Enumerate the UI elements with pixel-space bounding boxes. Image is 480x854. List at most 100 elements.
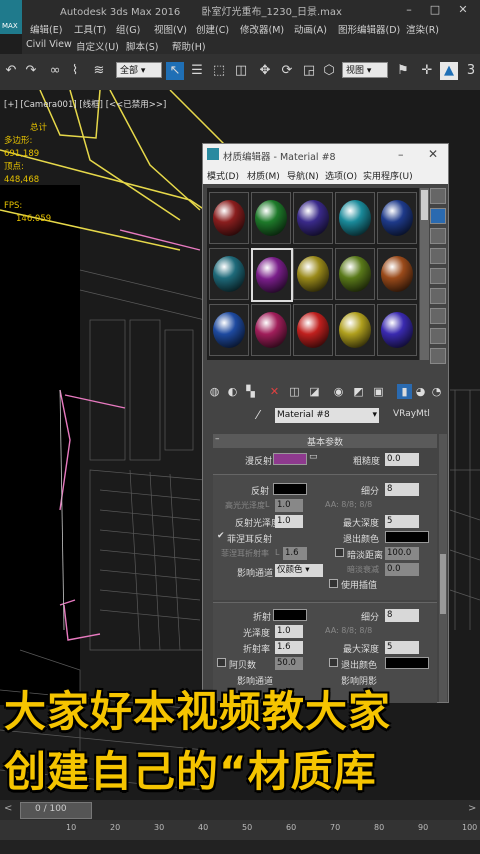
menu-group[interactable]: 组(G) (116, 22, 140, 36)
material-slot[interactable] (209, 192, 249, 244)
exit-color-swatch[interactable] (385, 531, 429, 543)
reflect-gloss-spinner[interactable]: 1.0 (275, 515, 303, 528)
minimize-icon[interactable]: – (398, 2, 420, 18)
refract-subdivs-spinner[interactable]: 8 (385, 609, 419, 622)
placement-icon[interactable]: ⬡ (320, 62, 338, 80)
hilight-lock-icon[interactable]: L (265, 500, 269, 509)
background-icon[interactable] (430, 228, 446, 244)
me-menu-modes[interactable]: 模式(D) (207, 169, 239, 182)
close-icon[interactable]: ✕ (452, 2, 474, 18)
put-to-scene-icon[interactable]: ◐ (225, 384, 240, 399)
refract-exit-color-swatch[interactable] (385, 657, 429, 669)
menu-create[interactable]: 创建(C) (196, 22, 229, 36)
put-to-library-icon[interactable]: ◉ (331, 384, 346, 399)
diffuse-map-button[interactable]: ▭ (309, 452, 318, 462)
menu-customize[interactable]: 自定义(U) (76, 39, 119, 53)
menu-rendering[interactable]: 渲染(R) (406, 22, 439, 36)
select-object-icon[interactable]: ↖ (166, 62, 184, 80)
me-minimize-icon[interactable]: – (398, 148, 404, 161)
material-id-icon[interactable]: ◩ (351, 384, 366, 399)
sample-type-icon[interactable] (430, 188, 446, 204)
abbe-checkbox[interactable] (217, 658, 226, 667)
eyedropper-icon[interactable]: ⁄ (257, 408, 259, 422)
get-material-icon[interactable]: ◍ (207, 384, 222, 399)
material-slot[interactable] (209, 248, 249, 300)
me-menu-utilities[interactable]: 实用程序(U) (363, 169, 413, 182)
app-logo[interactable]: MAX (0, 0, 22, 34)
use-interp-checkbox[interactable] (329, 579, 338, 588)
material-type-button[interactable]: VRayMtl (393, 409, 430, 419)
reflect-max-depth-spinner[interactable]: 5 (385, 515, 419, 528)
next-frame-icon[interactable]: > (468, 803, 476, 814)
material-slot[interactable] (251, 304, 291, 356)
roughness-spinner[interactable]: 0.0 (385, 453, 419, 466)
dim-falloff-spinner[interactable]: 0.0 (385, 563, 419, 576)
menu-help[interactable]: 帮助(H) (172, 39, 206, 53)
video-color-check-icon[interactable] (430, 268, 446, 284)
menu-views[interactable]: 视图(V) (154, 22, 187, 36)
unlink-icon[interactable]: ⌇ (66, 62, 84, 80)
menu-graph-editors[interactable]: 图形编辑器(D) (338, 22, 400, 36)
diffuse-color-swatch[interactable] (273, 453, 307, 465)
menu-scripting[interactable]: 脚本(S) (126, 39, 158, 53)
make-unique-icon[interactable]: ◪ (307, 384, 322, 399)
undo-icon[interactable]: ↶ (2, 62, 20, 80)
rotate-icon[interactable]: ⟳ (278, 62, 296, 80)
reflect-color-swatch[interactable] (273, 483, 307, 495)
material-slot[interactable] (377, 304, 417, 356)
affect-channels-dropdown[interactable]: 仅颜色 ▾ (275, 564, 323, 577)
show-end-result-icon[interactable]: ▮ (397, 384, 412, 399)
select-by-material-icon[interactable] (430, 328, 446, 344)
copy-material-icon[interactable]: ◫ (287, 384, 302, 399)
material-slot[interactable] (335, 248, 375, 300)
slots-scrollbar[interactable] (420, 188, 429, 360)
refract-max-depth-spinner[interactable]: 5 (385, 641, 419, 654)
material-slot[interactable] (377, 248, 417, 300)
refract-exit-color-checkbox[interactable] (329, 658, 338, 667)
time-slider-thumb[interactable]: 0 / 100 (20, 802, 92, 819)
rollout-basic-params[interactable]: – 基本参数 (213, 434, 437, 448)
maximize-icon[interactable]: □ (424, 2, 446, 18)
dim-distance-spinner[interactable]: 100.0 (385, 547, 419, 560)
menu-animation[interactable]: 动画(A) (294, 22, 327, 36)
viewport-label[interactable]: [+] [Camera001] [线框] [<<已禁用>>] (4, 98, 166, 110)
refract-gloss-spinner[interactable]: 1.0 (275, 625, 303, 638)
options-icon[interactable] (430, 308, 446, 324)
dim-distance-checkbox[interactable] (335, 548, 344, 557)
refract-color-swatch[interactable] (273, 609, 307, 621)
material-slot[interactable] (335, 192, 375, 244)
fresnel-ior-lock-icon[interactable]: L (275, 548, 279, 557)
abbe-spinner[interactable]: 50.0 (275, 657, 303, 670)
me-menu-material[interactable]: 材质(M) (247, 169, 280, 182)
fresnel-checkbox[interactable]: ✔ (217, 531, 225, 541)
params-scrollbar[interactable] (439, 434, 447, 702)
keyboard-shortcut-icon[interactable]: ▲ (440, 62, 458, 80)
pivot-icon[interactable]: ⚑ (394, 62, 412, 80)
reference-coord-dropdown[interactable]: 视图 ▾ (342, 62, 388, 78)
move-icon[interactable]: ✥ (256, 62, 274, 80)
select-manipulate-icon[interactable]: ✛ (418, 62, 436, 80)
ior-spinner[interactable]: 1.6 (275, 641, 303, 654)
rect-selection-icon[interactable]: ⬚ (210, 62, 228, 80)
material-slot[interactable] (209, 304, 249, 356)
backlight-icon[interactable] (430, 208, 446, 224)
scale-icon[interactable]: ◲ (300, 62, 318, 80)
assign-material-icon[interactable]: ▚ (243, 384, 258, 399)
material-slot[interactable] (293, 304, 333, 356)
fresnel-ior-spinner[interactable]: 1.6 (283, 547, 307, 560)
track-bar[interactable]: 10 20 30 40 50 60 70 80 90 100 (0, 820, 480, 840)
menu-modifiers[interactable]: 修改器(M) (240, 22, 284, 36)
me-menu-options[interactable]: 选项(O) (325, 169, 357, 182)
redo-icon[interactable]: ↷ (22, 62, 40, 80)
snap-icon[interactable]: 3 (462, 62, 480, 80)
bind-spacewarp-icon[interactable]: ≋ (90, 62, 108, 80)
time-slider[interactable]: < 0 / 100 > (0, 800, 480, 820)
material-slot[interactable] (293, 248, 333, 300)
material-name-field[interactable]: Material #8 ▾ (275, 408, 379, 423)
material-slot[interactable] (335, 304, 375, 356)
menu-civil-view[interactable]: Civil View (26, 39, 72, 50)
select-by-name-icon[interactable]: ☰ (188, 62, 206, 80)
prev-frame-icon[interactable]: < (4, 803, 12, 814)
window-crossing-icon[interactable]: ◫ (232, 62, 250, 80)
reflect-subdivs-spinner[interactable]: 8 (385, 483, 419, 496)
